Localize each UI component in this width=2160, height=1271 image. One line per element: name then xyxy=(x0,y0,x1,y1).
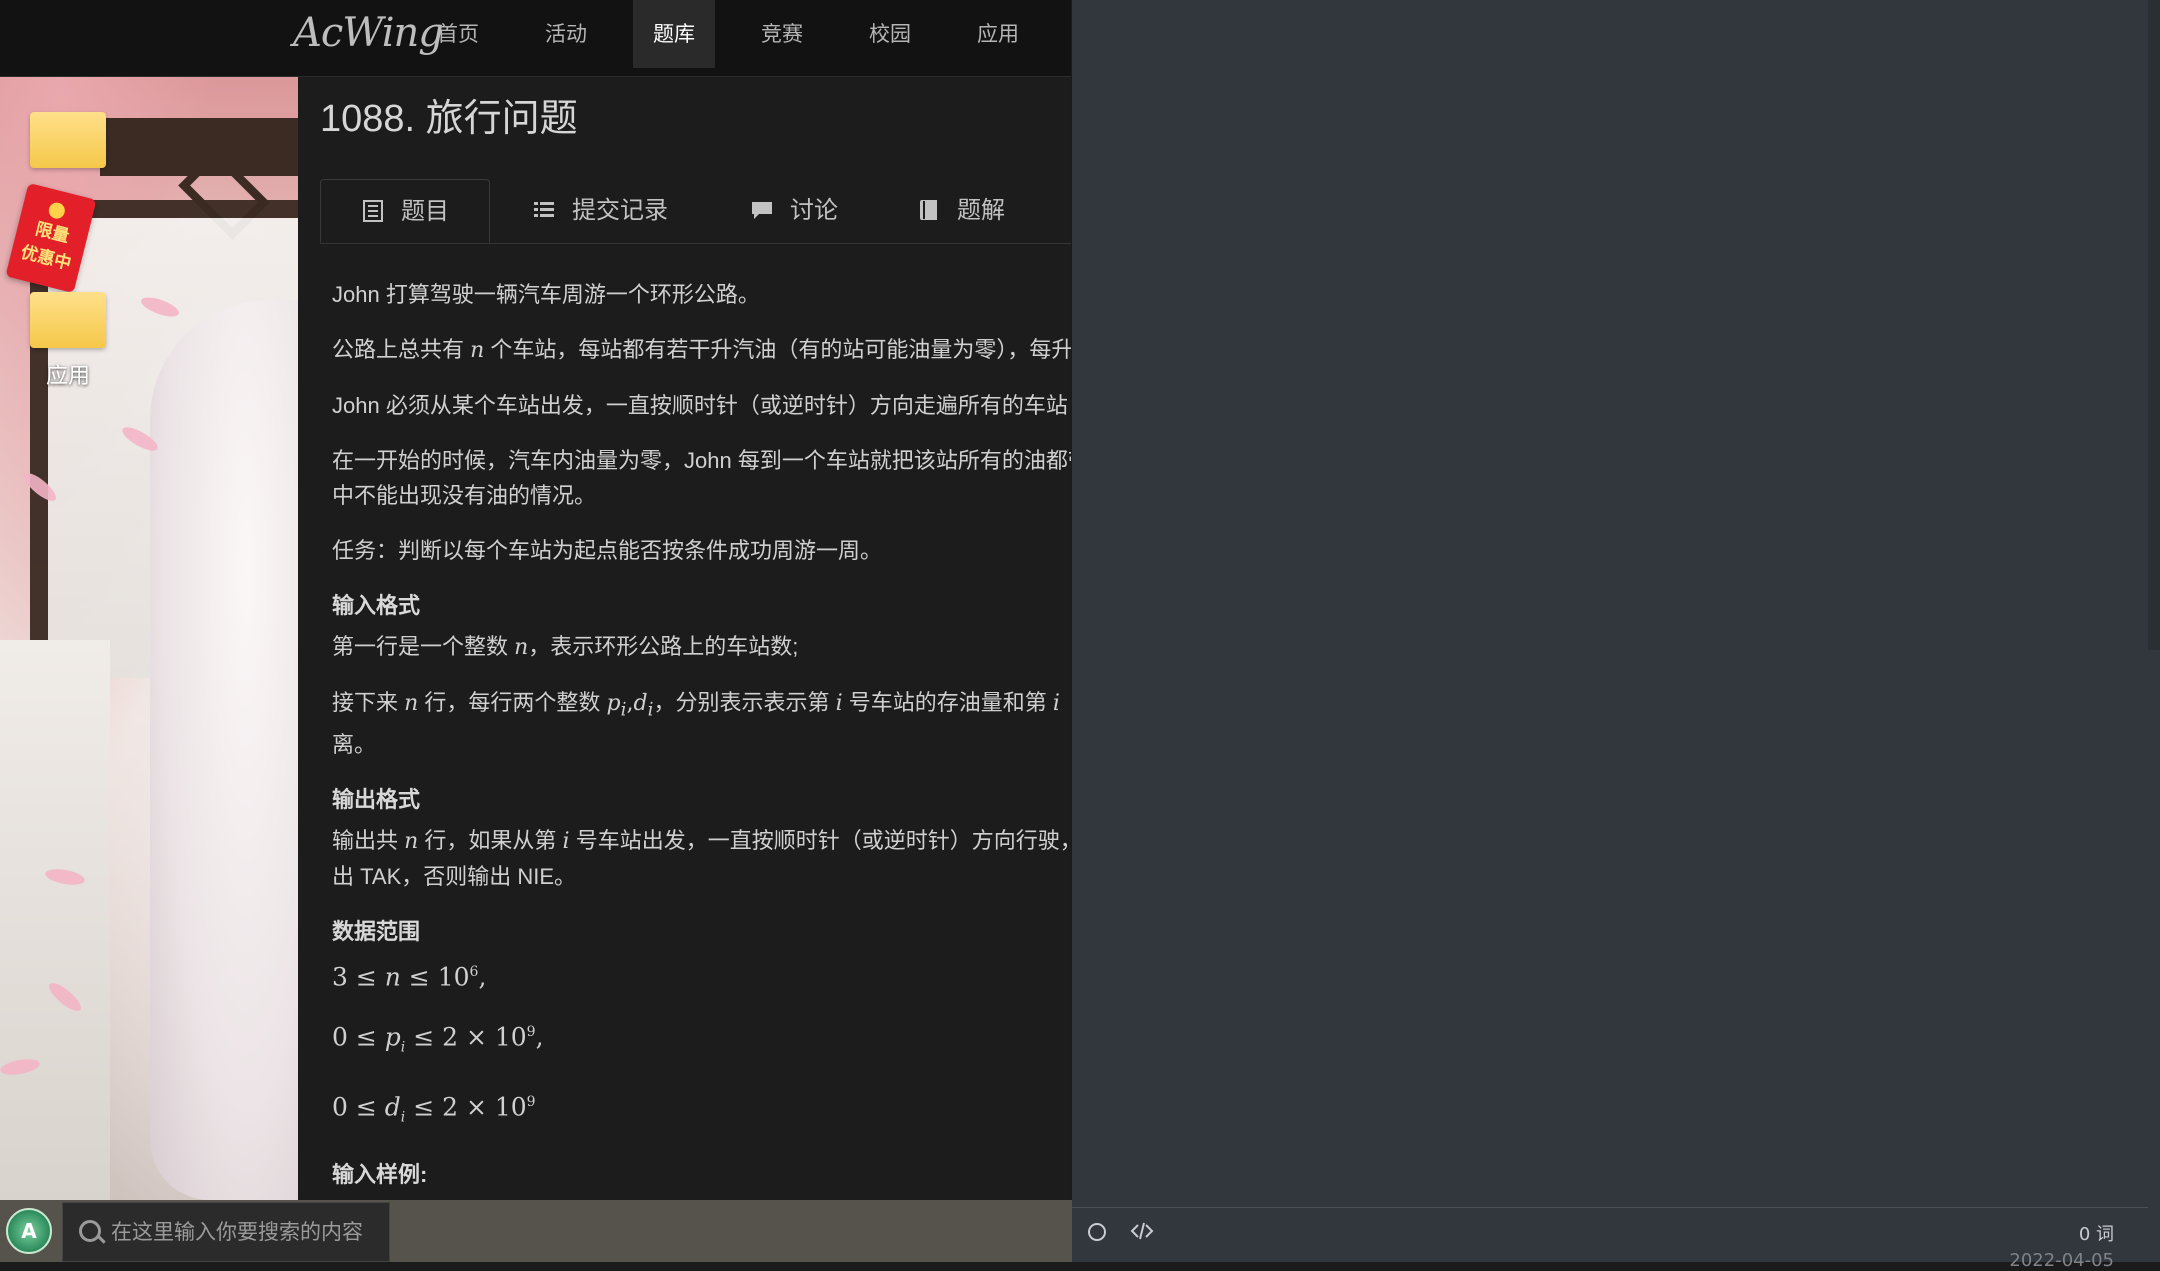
tab-discussion[interactable]: 讨论 xyxy=(710,179,878,241)
taskbar-search[interactable] xyxy=(62,1202,390,1262)
statement-paragraph: 公路上总共有 n 个车站，每站都有若干升汽油（有的站可能油量为零），每升 xyxy=(332,337,1071,363)
circle-icon[interactable] xyxy=(1088,1223,1106,1241)
nav-problemset[interactable]: 题库 xyxy=(633,0,715,68)
search-icon xyxy=(79,1220,101,1242)
data-range-heading: 数据范围 xyxy=(332,919,421,945)
input-format-heading: 输入格式 xyxy=(332,593,421,618)
nav-apps[interactable]: 应用 xyxy=(957,0,1039,68)
start-button[interactable]: A xyxy=(6,1208,52,1254)
taskbar: A xyxy=(0,1200,1072,1262)
tab-label: 讨论 xyxy=(790,196,838,224)
browser-page: AcWing 首页 活动 题库 竞赛 校园 应用 1088. 旅行问题 题目 提… xyxy=(0,0,1071,1200)
code-icon[interactable] xyxy=(1129,1220,1155,1242)
problem-title: 1088. 旅行问题 xyxy=(320,98,578,140)
tab-label: 题解 xyxy=(957,196,1005,224)
tab-problem[interactable]: 题目 xyxy=(320,179,490,243)
range-constraint: 0 ≤ di ≤ 2 × 109 xyxy=(332,1092,536,1126)
input-format-line: 第一行是一个整数 n，表示环形公路上的车站数; xyxy=(332,634,799,660)
document-icon xyxy=(363,200,383,222)
nav-contests[interactable]: 竞赛 xyxy=(741,0,823,68)
tab-submissions[interactable]: 提交记录 xyxy=(492,179,708,241)
book-icon xyxy=(920,200,937,220)
sample-input-heading: 输入样例: xyxy=(332,1162,428,1188)
problem-tabs: 题目 提交记录 讨论 题解 xyxy=(320,179,1071,244)
statement-paragraph: John 打算驾驶一辆汽车周游一个环形公路。 xyxy=(332,282,760,307)
top-navbar: AcWing 首页 活动 题库 竞赛 校园 应用 xyxy=(0,0,1071,77)
word-count: 0 词 xyxy=(2078,1224,2114,1245)
comment-icon xyxy=(752,202,772,219)
tab-label: 提交记录 xyxy=(572,196,668,224)
nav-activities[interactable]: 活动 xyxy=(525,0,607,68)
nav-campus[interactable]: 校园 xyxy=(849,0,931,68)
statement-paragraph: John 必须从某个车站出发，一直按顺时针（或逆时针）方向走遍所有的车站， xyxy=(332,393,1071,418)
statement-paragraph: 在一开始的时候，汽车内油量为零，John 每到一个车站就把该站所有的油都带 中不能… xyxy=(332,448,1071,508)
tab-label: 题目 xyxy=(401,197,449,225)
nav-home[interactable]: 首页 xyxy=(417,0,499,68)
editor-footer: 0 词 xyxy=(1072,1207,2148,1254)
input-format-line: 接下来 n 行，每行两个整数 pi,di，分别表示表示第 i 号车站的存油量和第… xyxy=(332,690,1060,758)
editor-panel[interactable]: 0 词 2022-04-05 xyxy=(1072,0,2160,1271)
output-format-line: 输出共 n 行，如果从第 i 号车站出发，一直按顺时针（或逆时针）方向行驶，出 … xyxy=(332,828,1071,890)
output-format-heading: 输出格式 xyxy=(332,787,421,813)
range-constraint: 3 ≤ n ≤ 106, xyxy=(332,962,487,992)
scrollbar[interactable] xyxy=(2148,0,2160,650)
list-icon xyxy=(534,202,554,217)
taskbar-clock: 2022-04-05 xyxy=(2009,1250,2114,1271)
search-input[interactable] xyxy=(109,1213,383,1251)
tab-solutions[interactable]: 题解 xyxy=(877,179,1045,241)
statement-paragraph: 任务：判断以每个车站为起点能否按条件成功周游一周。 xyxy=(332,538,883,563)
problem-content: 1088. 旅行问题 题目 提交记录 讨论 题解 John 打算驾驶一辆汽车周游… xyxy=(298,77,1071,1200)
range-constraint: 0 ≤ pi ≤ 2 × 109, xyxy=(332,1022,544,1056)
problem-statement: John 打算驾驶一辆汽车周游一个环形公路。 公路上总共有 n 个车站，每站都有… xyxy=(332,277,1071,1200)
